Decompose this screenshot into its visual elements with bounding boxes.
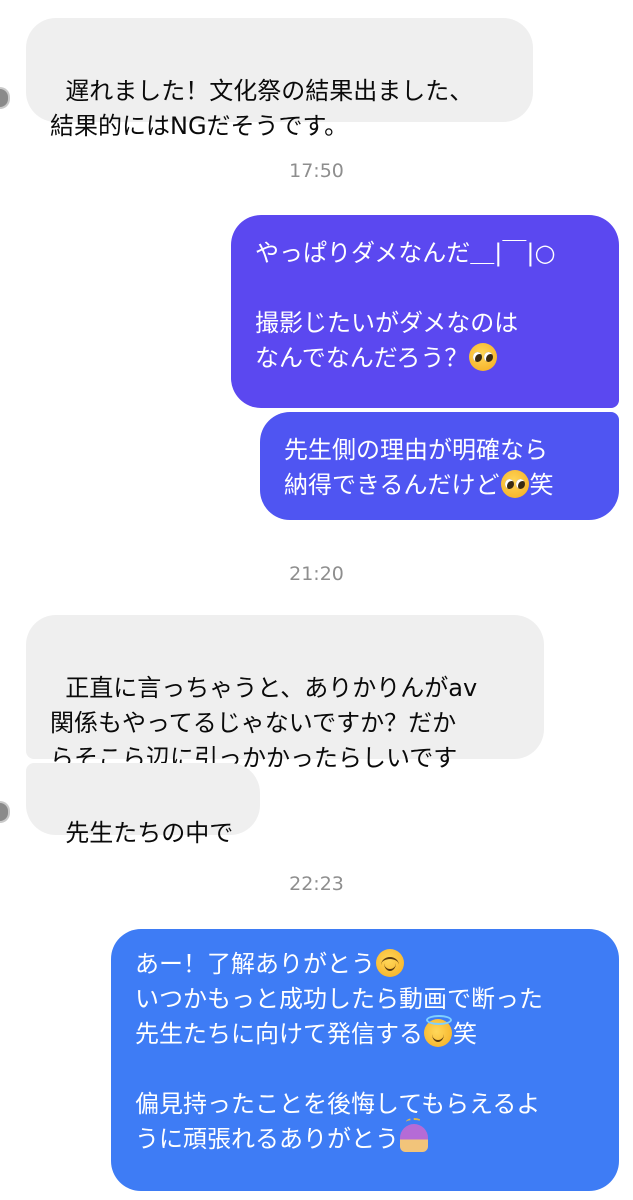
message-line: いつかもっと成功したら動画で断った bbox=[135, 985, 543, 1013]
bowing-person-icon bbox=[400, 1118, 428, 1152]
received-message[interactable]: 正直に言っちゃうと、ありかりんがav 関係もやってるじゃないですか？だか らそこ… bbox=[26, 615, 544, 772]
sender-avatar[interactable] bbox=[0, 801, 10, 823]
message-line: 先生たちに向けて発信する bbox=[135, 1020, 423, 1048]
message-text-tail: 笑 bbox=[529, 471, 554, 499]
message-line: 偏見持ったことを後悔してもらえるよ bbox=[135, 1090, 541, 1118]
message-line: あー！了解ありがとう bbox=[135, 950, 375, 978]
timestamp: 21:20 bbox=[289, 563, 344, 585]
sent-message[interactable]: あー！了解ありがとう いつかもっと成功したら動画で断った 先生たちに向けて発信す… bbox=[111, 929, 619, 1191]
sent-message[interactable]: 先生側の理由が明確なら 納得できるんだけど笑 bbox=[260, 412, 619, 520]
received-message[interactable]: 遅れました！文化祭の結果出ました、 結果的にはNGだそうです。 bbox=[26, 18, 533, 140]
timestamp: 22:23 bbox=[289, 873, 344, 895]
received-message[interactable]: 先生たちの中で bbox=[26, 763, 260, 847]
timestamp: 17:50 bbox=[289, 160, 344, 182]
message-text: 正直に言っちゃうと、ありかりんがav 関係もやってるじゃないですか？だか らそこ… bbox=[50, 674, 478, 772]
message-text: やっぱりダメなんだ＿|￣|○ 撮影じたいがダメなのは なんでなんだろう？ bbox=[255, 239, 556, 372]
message-line-tail: 笑 bbox=[453, 1020, 477, 1048]
pleading-face-icon bbox=[500, 470, 529, 498]
smiling-face-icon bbox=[376, 949, 404, 977]
sent-message[interactable]: やっぱりダメなんだ＿|￣|○ 撮影じたいがダメなのは なんでなんだろう？ bbox=[231, 215, 619, 408]
sender-avatar[interactable] bbox=[0, 87, 10, 109]
message-text: 遅れました！文化祭の結果出ました、 結果的にはNGだそうです。 bbox=[50, 77, 474, 140]
message-text: 先生たちの中で bbox=[65, 819, 234, 847]
halo-face-icon bbox=[424, 1015, 452, 1047]
message-line: うに頑張れるありがとう bbox=[135, 1125, 399, 1153]
pleading-face-icon bbox=[469, 343, 498, 371]
